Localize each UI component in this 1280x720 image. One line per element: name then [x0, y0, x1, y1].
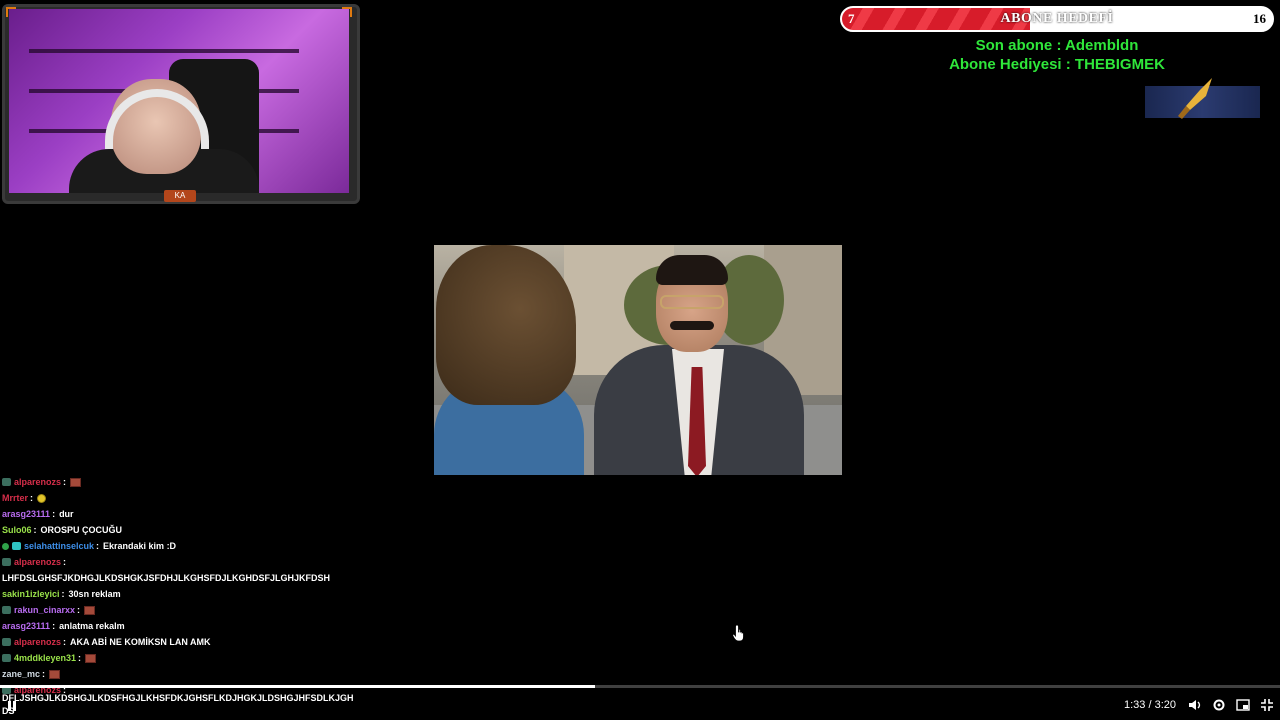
player-controls-right: 1:33 / 3:20 — [1124, 698, 1274, 712]
emote-icon — [85, 653, 97, 663]
chat-username[interactable]: 4mddkleyen31 — [14, 650, 76, 666]
knife-icon — [1178, 78, 1212, 119]
chat-username[interactable]: arasg23111 — [2, 506, 50, 522]
time-display: 1:33 / 3:20 — [1124, 699, 1176, 711]
hand-cursor-icon — [732, 624, 744, 642]
volume-icon[interactable] — [1188, 698, 1202, 712]
chat-separator: : — [63, 557, 67, 567]
emote-icon — [70, 477, 82, 487]
chat-separator: : — [52, 621, 56, 631]
actor-mustache — [670, 321, 714, 330]
last-subscriber: Son abone : Adembldn — [975, 37, 1139, 54]
pause-icon[interactable] — [6, 700, 18, 712]
chat-separator: : — [61, 589, 65, 599]
seek-bar-fill — [0, 685, 596, 688]
chat-separator: : — [63, 637, 67, 647]
chat-message: alparenozs: AKA ABİ NE KOMİKSN LAN AMK — [2, 634, 362, 650]
chat-message: alparenozs: — [2, 474, 362, 490]
chat-text: anlatma rekalm — [59, 621, 125, 631]
seek-bar[interactable] — [0, 685, 1280, 688]
chat-username[interactable]: selahattinselcuk — [24, 538, 94, 554]
frame-corner-icon — [342, 7, 352, 17]
frame-corner-icon — [6, 7, 16, 17]
miniplayer-icon[interactable] — [1236, 698, 1250, 712]
chat-separator: : — [42, 669, 46, 679]
webcam-logo: KA — [164, 190, 196, 202]
chat-text: Ekrandaki kim :D — [103, 541, 177, 551]
chat-separator: : — [30, 493, 34, 503]
chat-username[interactable]: zane_mc — [2, 666, 40, 682]
settings-gear-icon[interactable] — [1212, 698, 1226, 712]
chat-username[interactable]: alparenozs — [14, 554, 61, 570]
gift-subscriber: Abone Hediyesi : THEBIGMEK — [949, 56, 1165, 73]
chat-separator: : — [33, 525, 37, 535]
subscriber-badge-icon — [2, 654, 11, 662]
exit-fullscreen-icon[interactable] — [1260, 698, 1274, 712]
chat-message: sakin1izleyici:30sn reklam — [2, 586, 362, 602]
emote-icon — [84, 605, 96, 615]
chat-message: arasg23111: dur — [2, 506, 362, 522]
chat-message: arasg23111: anlatma rekalm — [2, 618, 362, 634]
actor-left-hair — [436, 245, 576, 405]
chat-message: Sulo06: OROSPU ÇOCUĞU — [2, 522, 362, 538]
chat-message: Mrrter: — [2, 490, 362, 506]
glasses-icon — [660, 295, 724, 309]
chat-message: selahattinselcuk: Ekrandaki kim :D — [2, 538, 362, 554]
chat-message: rakun_cinarxx: — [2, 602, 362, 618]
webcam-overlay: KA — [2, 4, 360, 204]
chat-separator: : — [78, 653, 82, 663]
chat-overflow-line: DFLJSHGJLKDSHGJLKDSFHGJLKHSFDKJGHSFLKDJH… — [2, 693, 354, 703]
chat-username[interactable]: arasg23111 — [2, 618, 50, 634]
chat-text: OROSPU ÇOCUĞU — [40, 525, 123, 535]
chat-username[interactable]: sakin1izleyici — [2, 586, 60, 602]
chat-message: 4mddkleyen31: — [2, 650, 362, 666]
chat-message: LHFDSLGHSFJKDHGJLKDSHGKJSFDHJLKGHSFDJLKG… — [2, 570, 362, 586]
subscriber-badge-icon — [2, 606, 11, 614]
chat-separator: : — [63, 477, 67, 487]
verified-badge-icon — [2, 542, 9, 550]
shelf — [29, 49, 299, 53]
chat-text: 30sn reklam — [68, 589, 121, 599]
subscriber-goal-bar: 7 ABONE HEDEFİ 16 — [840, 6, 1274, 32]
main-video-player[interactable] — [434, 245, 842, 475]
chat-separator: : — [52, 509, 56, 519]
chat-text: dur — [59, 509, 74, 519]
chat-message: alparenozs: — [2, 554, 362, 570]
chat-username[interactable]: Sulo06 — [2, 522, 32, 538]
subscriber-badge-icon — [2, 638, 11, 646]
chat-username[interactable]: alparenozs — [14, 474, 61, 490]
subscriber-badge-icon — [2, 558, 11, 566]
chat-separator: : — [77, 605, 81, 615]
subscriber-badge-icon — [2, 478, 11, 486]
chat-username[interactable]: Mrrter — [2, 490, 28, 506]
chat-text: LHFDSLGHSFJKDHGJLKDSHGKJSFDHJLKGHSFDJLKG… — [2, 573, 331, 583]
emoji-icon — [37, 493, 47, 503]
chat-username[interactable]: alparenozs — [14, 634, 61, 650]
emote-icon — [49, 669, 61, 679]
goal-target: 16 — [1253, 11, 1266, 26]
chat-username[interactable]: rakun_cinarxx — [14, 602, 75, 618]
webcam-video — [9, 9, 349, 193]
goal-title: ABONE HEDEFİ — [1000, 11, 1114, 26]
chat-separator: : — [96, 541, 100, 551]
chat-text: AKA ABİ NE KOMİKSN LAN AMK — [70, 637, 211, 647]
actor-hair — [656, 255, 728, 285]
chat-message: zane_mc: — [2, 666, 362, 682]
gift-badge-icon — [12, 542, 21, 550]
chat-overlay: alparenozs: Mrrter: arasg23111: dur Sulo06: O… — [2, 474, 362, 698]
